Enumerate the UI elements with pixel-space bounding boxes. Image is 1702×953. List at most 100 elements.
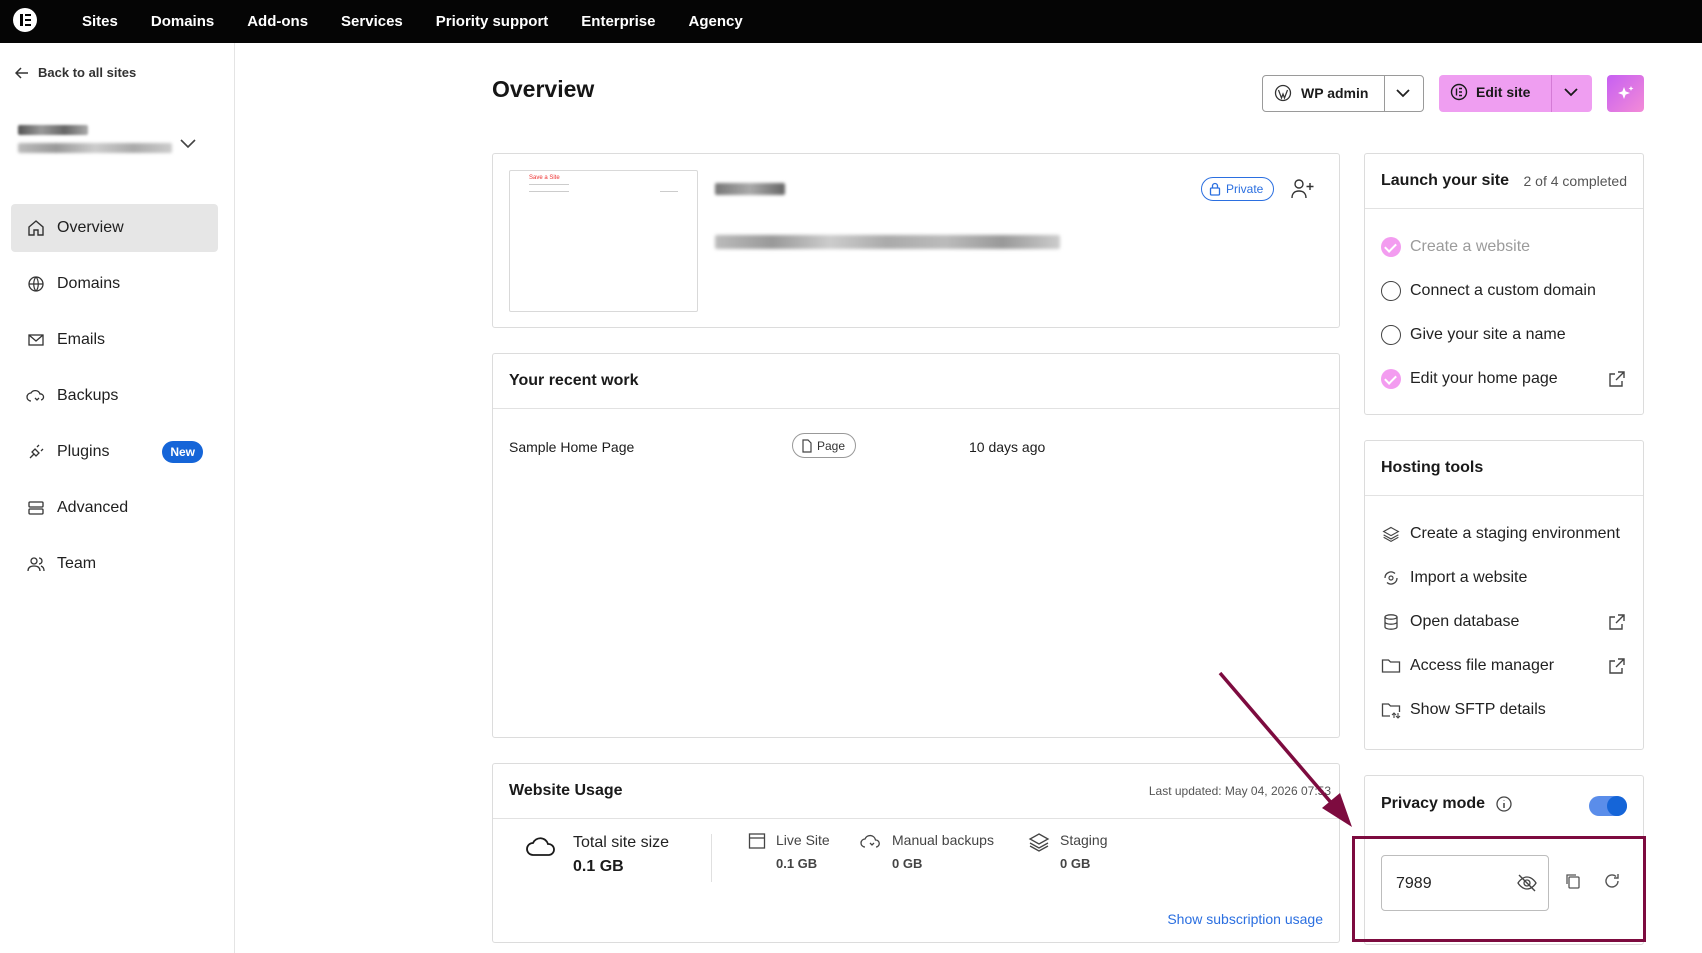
chevron-down-icon[interactable] bbox=[180, 139, 196, 149]
show-subscription-usage-link[interactable]: Show subscription usage bbox=[1167, 911, 1323, 927]
layers-icon bbox=[1381, 524, 1401, 544]
privacy-title: Privacy mode bbox=[1381, 794, 1486, 812]
import-icon bbox=[1381, 568, 1401, 588]
sidebar-item-label: Backups bbox=[57, 387, 119, 404]
privacy-mode-toggle[interactable] bbox=[1589, 796, 1627, 816]
hosting-tools-card: Hosting tools Create a staging environme… bbox=[1364, 440, 1644, 750]
nav-services[interactable]: Services bbox=[341, 13, 403, 30]
sidebar-item-overview[interactable]: Overview bbox=[11, 204, 218, 252]
sidebar-item-advanced[interactable]: Advanced bbox=[11, 484, 218, 532]
nav-domains[interactable]: Domains bbox=[151, 13, 214, 30]
launch-header: Launch your site 2 of 4 completed bbox=[1365, 154, 1643, 209]
site-url-redacted bbox=[18, 143, 172, 153]
ai-assistant-button[interactable] bbox=[1607, 75, 1644, 112]
sidebar-item-team[interactable]: Team bbox=[11, 540, 218, 588]
chevron-down-icon[interactable] bbox=[1562, 83, 1580, 101]
sidebar-item-label: Plugins bbox=[57, 443, 110, 460]
back-label: Back to all sites bbox=[38, 65, 137, 80]
browser-icon bbox=[748, 833, 766, 849]
sidebar-item-backups[interactable]: Backups bbox=[11, 372, 218, 420]
external-link-icon[interactable] bbox=[1607, 612, 1627, 632]
elementor-icon bbox=[1450, 83, 1468, 101]
check-done-icon bbox=[1381, 237, 1401, 257]
globe-icon bbox=[26, 274, 46, 294]
tool-show-sftp-details[interactable]: Show SFTP details bbox=[1381, 688, 1627, 732]
hosting-tools-title: Hosting tools bbox=[1365, 441, 1643, 496]
checklist-item-create-website[interactable]: Create a website bbox=[1381, 225, 1627, 269]
sidebar-item-emails[interactable]: Emails bbox=[11, 316, 218, 364]
mail-icon bbox=[26, 330, 46, 350]
website-usage-card: Website Usage Last updated: May 04, 2026… bbox=[492, 763, 1340, 943]
server-icon bbox=[26, 498, 46, 518]
page-icon bbox=[802, 438, 812, 453]
recent-item-name[interactable]: Sample Home Page bbox=[509, 439, 634, 455]
sparkles-icon bbox=[1617, 85, 1633, 99]
wp-admin-label: WP admin bbox=[1301, 85, 1369, 101]
private-badge[interactable]: Private bbox=[1201, 177, 1275, 201]
private-label: Private bbox=[1226, 182, 1264, 196]
site-info-card: Save a Site Private bbox=[492, 153, 1340, 328]
table-row[interactable]: Sample Home Page Page 10 days ago bbox=[509, 433, 1329, 458]
sidebar: Back to all sites Overview Domains Email… bbox=[0, 43, 235, 953]
home-icon bbox=[26, 218, 46, 238]
launch-progress: 2 of 4 completed bbox=[1523, 173, 1627, 189]
nav-sites[interactable]: Sites bbox=[82, 13, 118, 30]
page-title: Overview bbox=[492, 76, 595, 102]
check-done-icon bbox=[1381, 369, 1401, 389]
sidebar-menu: Overview Domains Emails Backups Plugins … bbox=[11, 204, 218, 596]
launch-your-site-card: Launch your site 2 of 4 completed Create… bbox=[1364, 153, 1644, 415]
site-name-redacted bbox=[715, 183, 785, 195]
nav-add-ons[interactable]: Add-ons bbox=[247, 13, 308, 30]
sidebar-item-label: Overview bbox=[57, 219, 124, 236]
layers-icon bbox=[1028, 833, 1050, 852]
site-switcher[interactable] bbox=[18, 125, 198, 165]
nav-agency[interactable]: Agency bbox=[689, 13, 743, 30]
sidebar-item-label: Domains bbox=[57, 275, 121, 292]
launch-title: Launch your site bbox=[1381, 172, 1510, 189]
info-icon[interactable] bbox=[1495, 795, 1513, 813]
new-badge: New bbox=[162, 441, 203, 463]
staging-label: Staging bbox=[1060, 832, 1108, 848]
thumbnail-title: Save a Site bbox=[529, 175, 560, 181]
live-site-value: 0.1 GB bbox=[776, 856, 818, 871]
tool-access-file-manager[interactable]: Access file manager bbox=[1381, 644, 1627, 688]
checklist-item-edit-home-page[interactable]: Edit your home page bbox=[1381, 357, 1627, 401]
edit-site-button[interactable]: Edit site bbox=[1439, 75, 1592, 112]
tool-open-database[interactable]: Open database bbox=[1381, 600, 1627, 644]
manual-backups-label: Manual backups bbox=[892, 832, 994, 848]
elementor-logo-icon[interactable] bbox=[13, 8, 37, 32]
chevron-down-icon[interactable] bbox=[1394, 84, 1412, 102]
recent-work-card: Your recent work Sample Home Page Page 1… bbox=[492, 353, 1340, 738]
temporary-domain-redacted bbox=[715, 235, 1060, 249]
nav-priority-support[interactable]: Priority support bbox=[436, 13, 549, 30]
cloud-sync-icon bbox=[26, 386, 46, 406]
nav-enterprise[interactable]: Enterprise bbox=[581, 13, 655, 30]
wp-admin-button[interactable]: WP admin bbox=[1262, 75, 1424, 112]
sidebar-item-label: Emails bbox=[57, 331, 106, 348]
page-type-badge: Page bbox=[792, 433, 857, 458]
arrow-left-icon bbox=[15, 66, 28, 79]
recent-item-time: 10 days ago bbox=[969, 439, 1046, 455]
back-to-all-sites-link[interactable]: Back to all sites bbox=[15, 65, 136, 80]
add-user-icon[interactable] bbox=[1290, 178, 1316, 200]
tool-create-staging[interactable]: Create a staging environment bbox=[1381, 512, 1627, 556]
checklist-item-site-name[interactable]: Give your site a name bbox=[1381, 313, 1627, 357]
sftp-folder-icon bbox=[1381, 700, 1401, 720]
plug-icon bbox=[26, 442, 46, 462]
tool-import-website[interactable]: Import a website bbox=[1381, 556, 1627, 600]
sidebar-item-plugins[interactable]: Plugins New bbox=[11, 428, 218, 476]
cloud-sync-icon bbox=[860, 834, 880, 848]
sidebar-item-domains[interactable]: Domains bbox=[11, 260, 218, 308]
live-site-label: Live Site bbox=[776, 832, 830, 848]
staging-value: 0 GB bbox=[1060, 856, 1091, 871]
folder-icon bbox=[1381, 656, 1401, 676]
main-content: Overview WP admin Edit site Save a Site bbox=[235, 43, 1702, 953]
sidebar-item-label: Team bbox=[57, 555, 97, 572]
external-link-icon[interactable] bbox=[1607, 369, 1627, 389]
checklist-item-connect-domain[interactable]: Connect a custom domain bbox=[1381, 269, 1627, 313]
external-link-icon[interactable] bbox=[1607, 656, 1627, 676]
manual-backups-value: 0 GB bbox=[892, 856, 923, 871]
site-thumbnail[interactable]: Save a Site bbox=[509, 170, 698, 312]
cloud-icon bbox=[526, 837, 555, 856]
last-updated-text: Last updated: May 04, 2026 07:53 bbox=[1148, 784, 1331, 798]
